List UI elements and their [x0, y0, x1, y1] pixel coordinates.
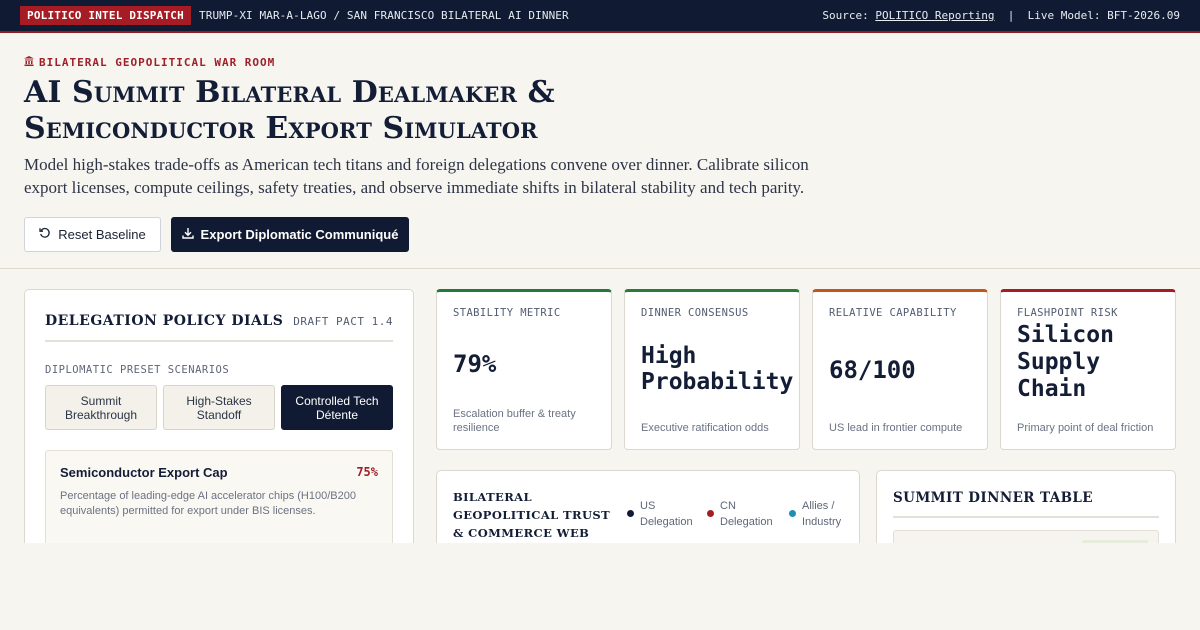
- page-header: BILATERAL GEOPOLITICAL WAR ROOM AI Summi…: [0, 35, 1200, 269]
- trust-web-title: BILATERAL GEOPOLITICAL TRUST & COMMERCE …: [453, 490, 611, 540]
- card-value: 68/100: [829, 356, 916, 384]
- card-value: High Probability: [641, 343, 794, 395]
- card-description: Primary point of deal friction: [1017, 422, 1154, 434]
- card-description: US lead in frontier compute: [829, 422, 963, 434]
- legend-dot: [789, 510, 796, 517]
- legend-dot: [707, 510, 714, 517]
- dial-name: Semiconductor Export Cap: [60, 465, 228, 480]
- legend-allies-industry: Allies / Industry: [789, 498, 862, 530]
- top-bar: POLITICO INTEL DISPATCH TRUMP-XI MAR-A-L…: [0, 0, 1200, 33]
- live-model-label: Live Model: BFT-2026.09: [1027, 9, 1180, 22]
- source-info: Source: POLITICO Reporting | Live Model:…: [822, 9, 1180, 22]
- legend-cn-delegation: CN Delegation: [707, 498, 784, 530]
- card-value: Silicon Supply Chain: [1017, 322, 1114, 402]
- eyebrow: BILATERAL GEOPOLITICAL WAR ROOM: [24, 56, 275, 69]
- legend-label: US Delegation: [640, 500, 693, 528]
- dispatch-headline: TRUMP-XI MAR-A-LAGO / SAN FRANCISCO BILA…: [199, 9, 569, 22]
- dinner-title: SUMMIT DINNER TABLE: [893, 490, 1093, 506]
- source-link[interactable]: POLITICO Reporting: [875, 9, 994, 22]
- draft-pact-tag: DRAFT PACT 1.4: [293, 315, 393, 328]
- legend-label: Allies / Industry: [802, 500, 842, 528]
- preset-controlled-tech-detente[interactable]: Controlled Tech Détente: [281, 385, 393, 430]
- reset-icon: [39, 227, 51, 242]
- card-label: RELATIVE CAPABILITY: [829, 307, 957, 319]
- export-communique-button[interactable]: Export Diplomatic Communiqué: [171, 217, 409, 252]
- title-line-1: AI Summit Bilateral Dealmaker &: [24, 75, 555, 110]
- source-prefix: Source:: [822, 9, 876, 22]
- legend-dot: [627, 510, 634, 517]
- page-title: AI Summit Bilateral Dealmaker & Semicond…: [24, 75, 784, 147]
- card-label: STABILITY METRIC: [453, 307, 561, 319]
- card-label: FLASHPOINT RISK: [1017, 307, 1118, 319]
- title-line-2: Semiconductor Export Simulator: [24, 111, 538, 146]
- dinner-consensus-card: DINNER CONSENSUS High Probability Execut…: [624, 289, 800, 450]
- page-subtitle: Model high-stakes trade-offs as American…: [24, 155, 809, 197]
- divider: [45, 340, 393, 342]
- export-label: Export Diplomatic Communiqué: [200, 227, 399, 242]
- card-label: DINNER CONSENSUS: [641, 307, 749, 319]
- download-icon: [181, 227, 194, 242]
- dispatch-badge: POLITICO INTEL DISPATCH: [20, 6, 191, 25]
- preset-high-stakes-standoff[interactable]: High-Stakes Standoff: [163, 385, 275, 430]
- divider: [893, 516, 1159, 518]
- viewport-blank-area: [0, 543, 1200, 630]
- dial-value: 75%: [356, 465, 378, 479]
- card-value: 79%: [453, 350, 497, 378]
- card-description: Executive ratification odds: [641, 422, 769, 434]
- card-description: Escalation buffer & treaty resilience: [453, 408, 576, 434]
- preset-summit-breakthrough[interactable]: Summit Breakthrough: [45, 385, 157, 430]
- eyebrow-text: BILATERAL GEOPOLITICAL WAR ROOM: [39, 56, 276, 69]
- dial-description: Percentage of leading-edge AI accelerato…: [60, 490, 356, 517]
- relative-capability-card: RELATIVE CAPABILITY 68/100 US lead in fr…: [812, 289, 988, 450]
- presets-label: DIPLOMATIC PRESET SCENARIOS: [45, 364, 230, 376]
- stability-metric-card: STABILITY METRIC 79% Escalation buffer &…: [436, 289, 612, 450]
- legend-label: CN Delegation: [720, 500, 773, 528]
- landmark-icon: [24, 56, 34, 69]
- reset-baseline-button[interactable]: Reset Baseline: [24, 217, 161, 252]
- topbar-separator: |: [994, 9, 1028, 22]
- policy-panel-title: DELEGATION POLICY DIALS: [45, 313, 284, 329]
- legend-us-delegation: US Delegation: [627, 498, 704, 530]
- reset-label: Reset Baseline: [58, 227, 146, 242]
- flashpoint-risk-card: FLASHPOINT RISK Silicon Supply Chain Pri…: [1000, 289, 1176, 450]
